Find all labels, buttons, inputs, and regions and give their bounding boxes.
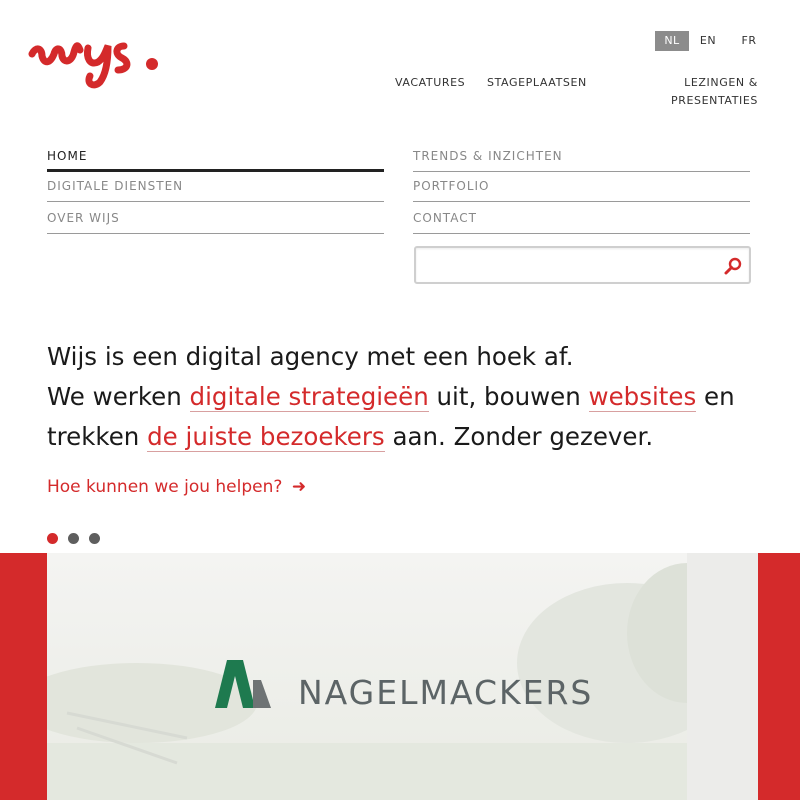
nav-trends-inzichten[interactable]: TRENDS & INZICHTEN bbox=[413, 140, 750, 172]
hero-text: aan. Zonder gezever. bbox=[384, 422, 654, 451]
slider-dot-2[interactable] bbox=[68, 533, 79, 544]
cta-label: Hoe kunnen we jou helpen? bbox=[47, 477, 283, 497]
hero-line-1: Wijs is een digital agency met een hoek … bbox=[47, 342, 574, 371]
arrow-right-icon: ➜ bbox=[291, 477, 307, 497]
slider-dot-1[interactable] bbox=[47, 533, 58, 544]
search-icon[interactable] bbox=[723, 256, 743, 276]
hero-text: trekken bbox=[47, 422, 148, 451]
topnav-vacatures[interactable]: VACATURES bbox=[395, 74, 465, 92]
topnav-lezingen-line2: PRESENTATIES bbox=[670, 94, 758, 107]
nagelmackers-logo-icon bbox=[215, 660, 271, 708]
topnav-stageplaatsen[interactable]: STAGEPLAATSEN bbox=[487, 74, 587, 92]
client-name: NAGELMACKERS bbox=[298, 673, 594, 712]
hero-intro: Wijs is een digital agency met een hoek … bbox=[47, 337, 767, 457]
link-juiste-bezoekers[interactable]: de juiste bezoekers bbox=[147, 422, 385, 452]
wijs-logo[interactable] bbox=[28, 30, 164, 90]
hero-line-2: We werken digitale strategieën uit, bouw… bbox=[47, 377, 767, 417]
topnav-lezingen-line1: LEZINGEN & bbox=[684, 76, 758, 89]
nav-over-wijs[interactable]: OVER WIJS bbox=[47, 202, 384, 234]
lang-nl[interactable]: NL bbox=[655, 31, 689, 51]
topnav-lezingen-presentaties[interactable]: LEZINGEN & PRESENTATIES bbox=[671, 74, 758, 110]
lang-fr[interactable]: FR bbox=[737, 31, 761, 51]
link-digitale-strategieen[interactable]: digitale strategieën bbox=[189, 382, 429, 412]
link-websites[interactable]: websites bbox=[588, 382, 697, 412]
cta-help-link[interactable]: Hoe kunnen we jou helpen? ➜ bbox=[47, 474, 306, 500]
nav-contact[interactable]: CONTACT bbox=[413, 202, 750, 234]
search-box bbox=[414, 246, 751, 284]
slider-dot-3[interactable] bbox=[89, 533, 100, 544]
nav-home[interactable]: HOME bbox=[47, 140, 384, 172]
lang-en[interactable]: EN bbox=[693, 31, 723, 51]
hero-line-3: trekken de juiste bezoekers aan. Zonder … bbox=[47, 417, 767, 457]
nav-digitale-diensten[interactable]: DIGITALE DIENSTEN bbox=[47, 170, 384, 202]
hero-text: en bbox=[696, 382, 735, 411]
hero-text: uit, bouwen bbox=[428, 382, 589, 411]
search-input[interactable] bbox=[416, 248, 716, 282]
hero-text: We werken bbox=[47, 382, 190, 411]
nav-portfolio[interactable]: PORTFOLIO bbox=[413, 170, 750, 202]
